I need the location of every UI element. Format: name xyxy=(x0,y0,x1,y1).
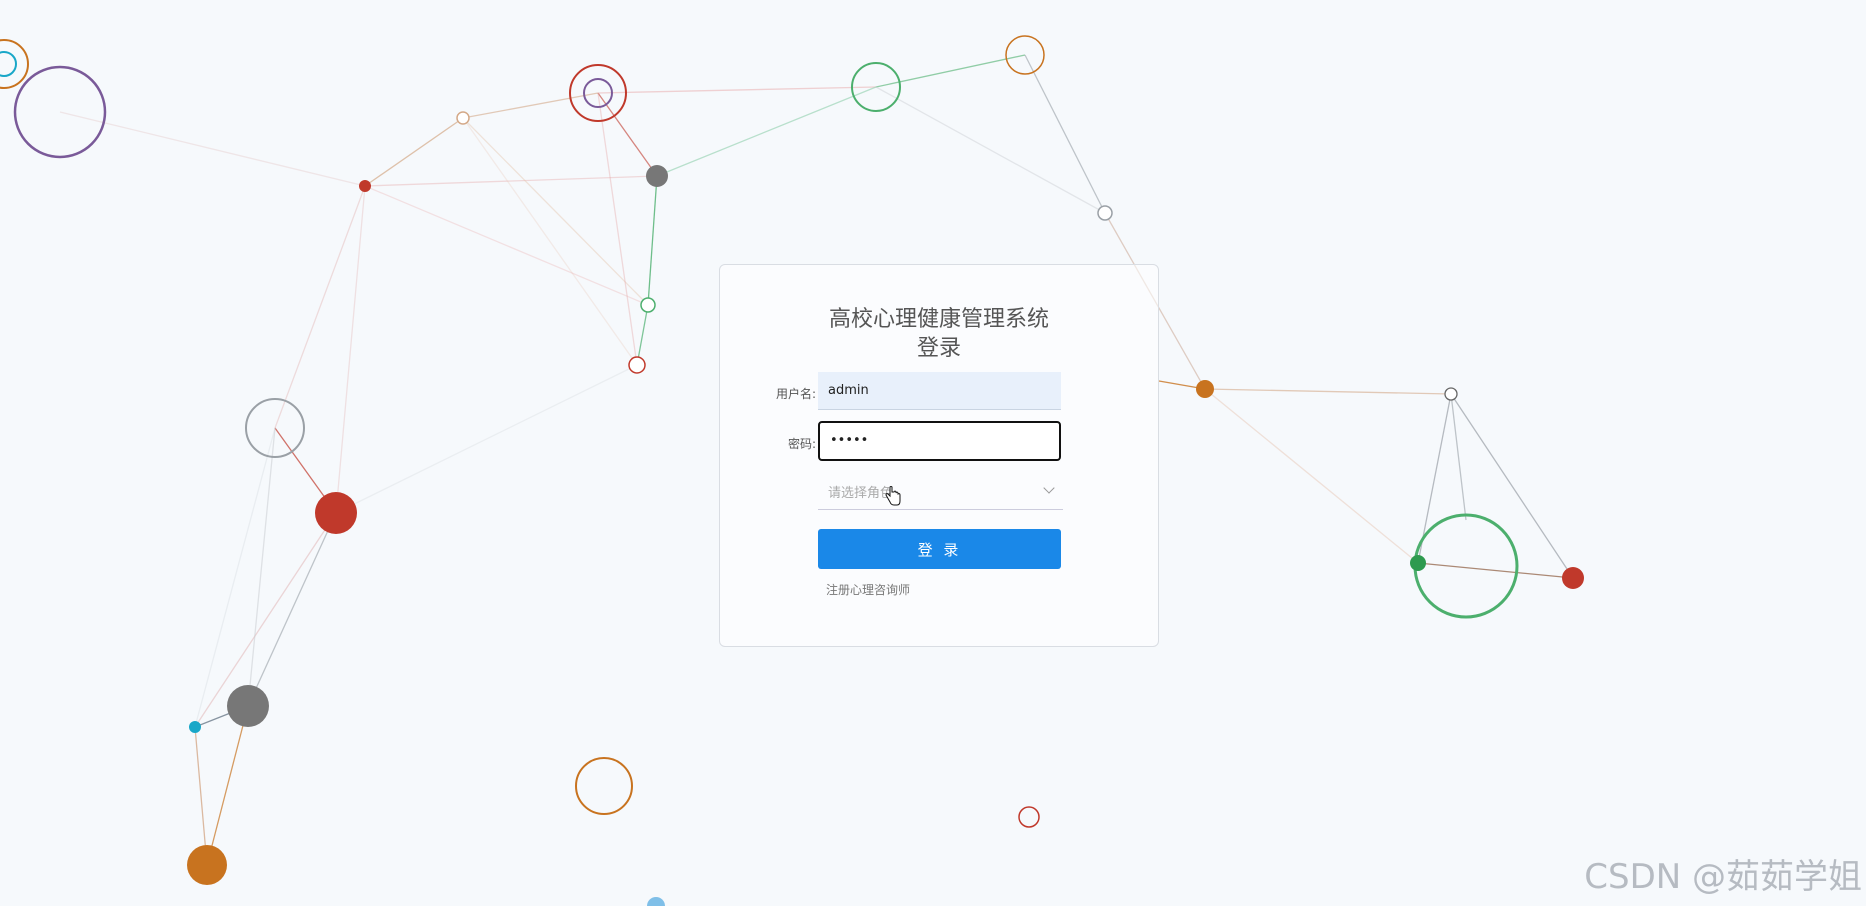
login-card: 高校心理健康管理系统 登录 用户名: admin 密码: ••••• 请选择角色… xyxy=(719,264,1159,647)
hand-cursor-icon xyxy=(885,486,901,506)
role-select[interactable]: 请选择角色 xyxy=(818,472,1063,510)
login-button[interactable]: 登 录 xyxy=(818,529,1061,569)
password-input[interactable]: ••••• xyxy=(818,421,1061,461)
role-placeholder: 请选择角色 xyxy=(828,486,894,501)
login-title: 高校心理健康管理系统 登录 xyxy=(720,305,1158,363)
password-label: 密码: xyxy=(787,437,816,451)
chevron-down-icon xyxy=(1043,482,1055,494)
login-heading: 登录 xyxy=(916,336,961,361)
username-input[interactable]: admin xyxy=(818,372,1061,410)
username-label: 用户名: xyxy=(775,387,816,401)
watermark: CSDN @茹茹学姐 xyxy=(1584,857,1862,897)
register-counselor-link[interactable]: 注册心理咨询师 xyxy=(826,581,910,598)
system-name: 高校心理健康管理系统 xyxy=(828,307,1049,332)
